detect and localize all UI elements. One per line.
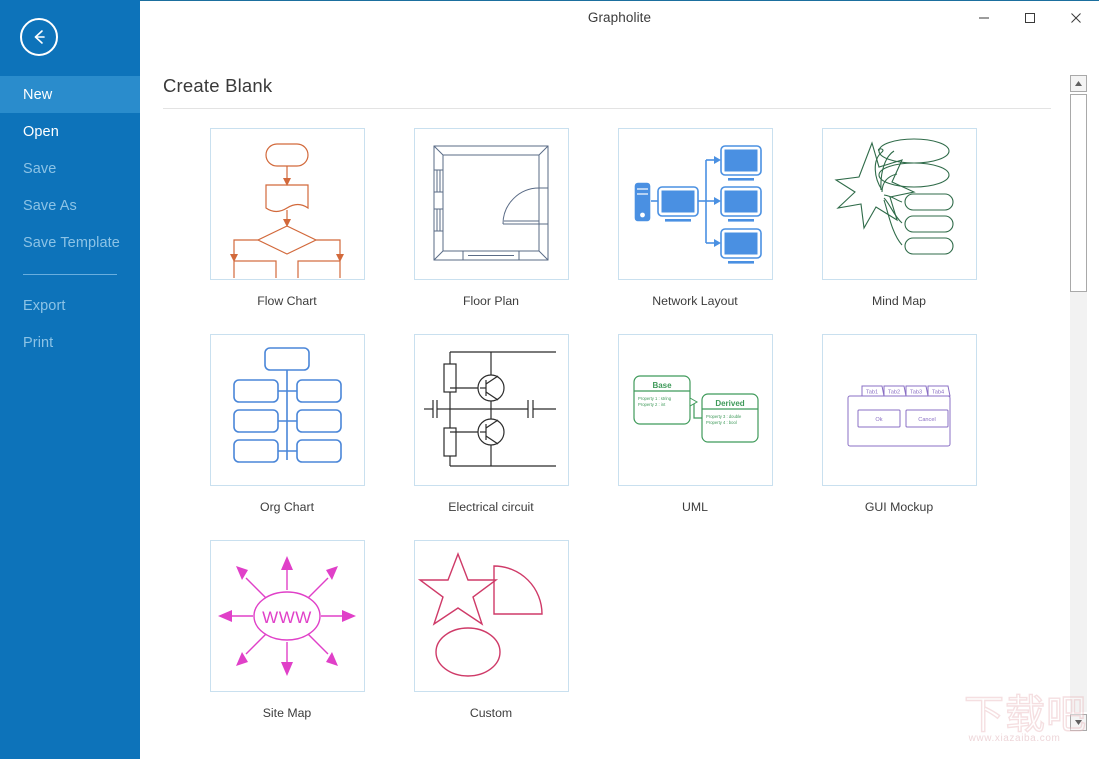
sidebar-item-label: Open <box>23 123 59 140</box>
uml-derived-row-1: Property 3 : double <box>706 414 742 419</box>
app-title: Grapholite <box>587 10 652 25</box>
template-label: Custom <box>469 706 513 720</box>
template-label: GUI Mockup <box>864 500 934 514</box>
sidebar-item-save[interactable]: Save <box>0 150 140 187</box>
page-header: Create Blank <box>163 75 272 97</box>
gui-tab-1: Tab1 <box>866 390 878 396</box>
minimize-button[interactable] <box>961 1 1007 34</box>
site-map-thumbnail: WWW <box>209 540 365 692</box>
template-label: Site Map <box>262 706 312 720</box>
gui-cancel-button-label: Cancel <box>918 417 935 423</box>
sidebar-item-save-template[interactable]: Save Template <box>0 224 140 261</box>
template-card-mind-map[interactable]: Mind Map <box>797 128 1001 308</box>
scrollbar-thumb[interactable] <box>1070 94 1087 292</box>
scroll-down-button[interactable] <box>1070 714 1087 731</box>
sidebar-item-label: Save Template <box>23 234 120 251</box>
template-card-org-chart[interactable]: Org Chart <box>185 334 389 514</box>
uml-derived-row-2: Property 4 : bool <box>706 420 737 425</box>
template-label: Electrical circuit <box>448 500 534 514</box>
mind-map-thumbnail <box>821 128 977 280</box>
template-label: Mind Map <box>872 294 926 308</box>
back-arrow-circle-icon[interactable] <box>20 18 58 56</box>
header-divider <box>163 108 1051 109</box>
sidebar-item-label: Print <box>23 334 54 351</box>
sidebar-divider <box>23 274 117 275</box>
sidebar-item-save-as[interactable]: Save As <box>0 187 140 224</box>
sidebar-item-print[interactable]: Print <box>0 324 140 361</box>
floor-plan-thumbnail <box>413 128 569 280</box>
caret-up-icon <box>1075 81 1082 86</box>
uml-base-row-1: Property 1 : string <box>638 396 672 401</box>
sidebar-item-label: Save As <box>23 197 77 214</box>
template-card-electrical-circuit[interactable]: Electrical circuit <box>389 334 593 514</box>
sidebar-item-label: New <box>23 86 53 103</box>
scrollbar-lower-track[interactable] <box>1070 292 1087 712</box>
title-bar: Grapholite <box>140 1 1099 34</box>
template-card-gui-mockup[interactable]: Tab1 Tab2 Tab3 Tab4 Ok Cancel GUI Mockup <box>797 334 1001 514</box>
window-controls <box>961 1 1099 34</box>
main-panel: Grapholite Create Blank Flow Chart Floor… <box>140 0 1099 759</box>
template-label: Floor Plan <box>462 294 520 308</box>
template-card-uml[interactable]: Base Property 1 : string Property 2 : in… <box>593 334 797 514</box>
template-card-custom[interactable]: Custom <box>389 540 593 720</box>
org-chart-thumbnail <box>209 334 365 486</box>
gui-tab-4: Tab4 <box>932 390 944 396</box>
uml-thumbnail: Base Property 1 : string Property 2 : in… <box>617 334 773 486</box>
electrical-circuit-thumbnail <box>413 334 569 486</box>
uml-derived-title: Derived <box>715 399 744 408</box>
template-card-network-layout[interactable]: Network Layout <box>593 128 797 308</box>
sidebar-item-label: Export <box>23 297 66 314</box>
maximize-button[interactable] <box>1007 1 1053 34</box>
template-label: UML <box>682 500 708 514</box>
gui-mockup-thumbnail: Tab1 Tab2 Tab3 Tab4 Ok Cancel <box>821 334 977 486</box>
uml-base-row-2: Property 2 : int <box>638 402 666 407</box>
gui-tab-3: Tab3 <box>910 390 922 396</box>
template-card-site-map[interactable]: WWW Site Map <box>185 540 389 720</box>
custom-thumbnail <box>413 540 569 692</box>
sidebar-nav: New Open Save Save As Save Template Expo… <box>0 76 140 361</box>
template-label: Org Chart <box>260 500 314 514</box>
template-card-flow-chart[interactable]: Flow Chart <box>185 128 389 308</box>
caret-down-icon <box>1075 720 1082 725</box>
template-label: Flow Chart <box>257 294 317 308</box>
flow-chart-thumbnail <box>209 128 365 280</box>
gui-tab-2: Tab2 <box>888 390 900 396</box>
backstage-sidebar: New Open Save Save As Save Template Expo… <box>0 0 140 759</box>
close-button[interactable] <box>1053 1 1099 34</box>
template-grid: Flow Chart Floor Plan Network Layout Min… <box>185 128 1045 746</box>
sidebar-item-export[interactable]: Export <box>0 287 140 324</box>
grapholite-window: New Open Save Save As Save Template Expo… <box>0 0 1099 759</box>
sidebar-item-open[interactable]: Open <box>0 113 140 150</box>
site-map-www-label: WWW <box>262 608 312 627</box>
scroll-up-button[interactable] <box>1070 75 1087 92</box>
gui-ok-button-label: Ok <box>875 417 882 423</box>
content-scrollbar[interactable] <box>1070 75 1087 731</box>
template-card-floor-plan[interactable]: Floor Plan <box>389 128 593 308</box>
template-label: Network Layout <box>652 294 738 308</box>
sidebar-item-label: Save <box>23 160 57 177</box>
network-layout-thumbnail <box>617 128 773 280</box>
uml-base-title: Base <box>652 381 672 390</box>
sidebar-item-new[interactable]: New <box>0 76 140 113</box>
page-title: Create Blank <box>163 75 273 96</box>
